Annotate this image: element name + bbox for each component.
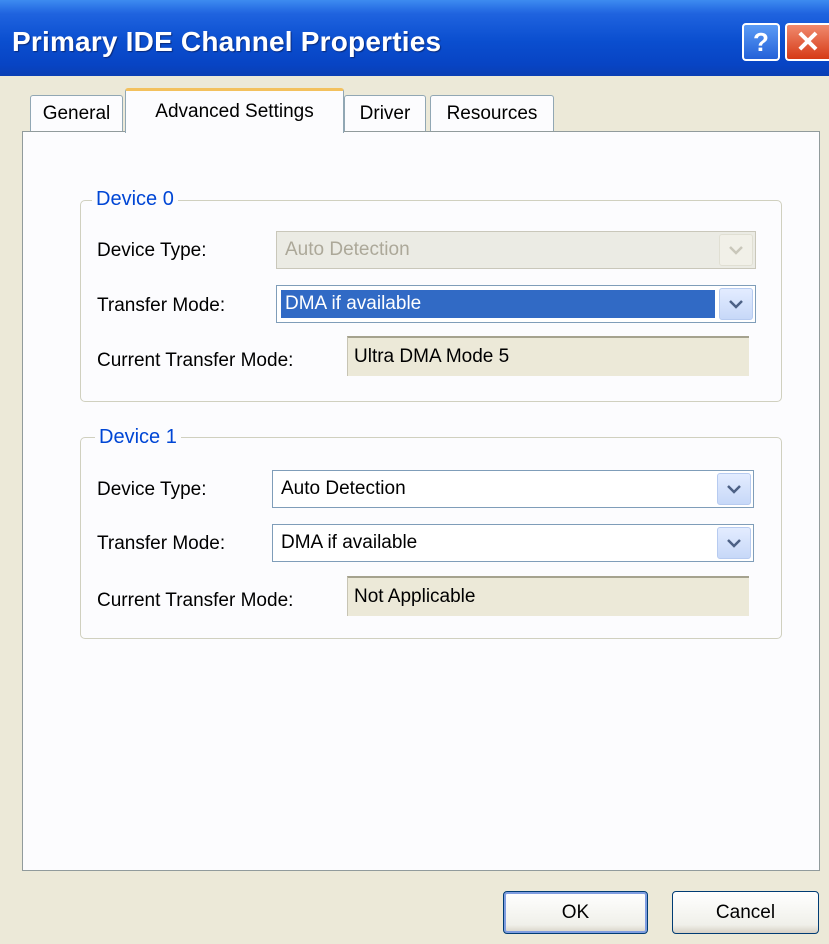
device-0-current-value: Ultra DMA Mode 5 — [347, 336, 749, 376]
device-0-type-label: Device Type: — [97, 240, 207, 261]
tab-resources[interactable]: Resources — [430, 95, 554, 131]
device-1-transfer-label: Transfer Mode: — [97, 533, 226, 554]
device-0-legend: Device 0 — [92, 188, 178, 211]
tab-label: Advanced Settings — [155, 101, 314, 122]
tab-advanced-settings[interactable]: Advanced Settings — [125, 88, 344, 133]
chevron-down-icon — [717, 527, 751, 559]
cancel-button[interactable]: Cancel — [672, 891, 819, 934]
ok-button[interactable]: OK — [503, 891, 648, 934]
device-0-transfer-label: Transfer Mode: — [97, 295, 226, 316]
close-button[interactable]: ✕ — [785, 23, 829, 61]
tab-general[interactable]: General — [30, 95, 123, 131]
window-title: Primary IDE Channel Properties — [12, 26, 442, 57]
device-0-current-label: Current Transfer Mode: — [97, 350, 294, 371]
device-0-type-value: Auto Detection — [285, 239, 410, 260]
close-icon: ✕ — [795, 25, 821, 59]
chevron-down-icon — [719, 288, 753, 320]
chevron-down-icon — [719, 234, 753, 266]
device-0-transfer-select[interactable]: DMA if available — [276, 285, 756, 323]
device-0-type-select[interactable]: Auto Detection — [276, 231, 756, 269]
device-1-legend: Device 1 — [95, 426, 181, 449]
device-1-transfer-value: DMA if available — [281, 532, 418, 553]
tab-label: General — [42, 102, 111, 124]
device-1-type-value: Auto Detection — [281, 478, 406, 499]
tab-label: Driver — [359, 102, 411, 124]
device-1-type-label: Device Type: — [97, 479, 207, 500]
device-0-transfer-value: DMA if available — [281, 290, 715, 318]
help-icon: ? — [753, 26, 769, 57]
device-1-current-value: Not Applicable — [347, 576, 749, 616]
chevron-down-icon — [717, 473, 751, 505]
title-bar[interactable]: Primary IDE Channel Properties ? ✕ — [0, 0, 829, 76]
tab-label: Resources — [446, 102, 538, 124]
help-button[interactable]: ? — [742, 23, 780, 61]
device-1-current-label: Current Transfer Mode: — [97, 590, 294, 611]
tab-driver[interactable]: Driver — [344, 95, 426, 131]
device-1-transfer-select[interactable]: DMA if available — [272, 524, 754, 562]
device-1-type-select[interactable]: Auto Detection — [272, 470, 754, 508]
